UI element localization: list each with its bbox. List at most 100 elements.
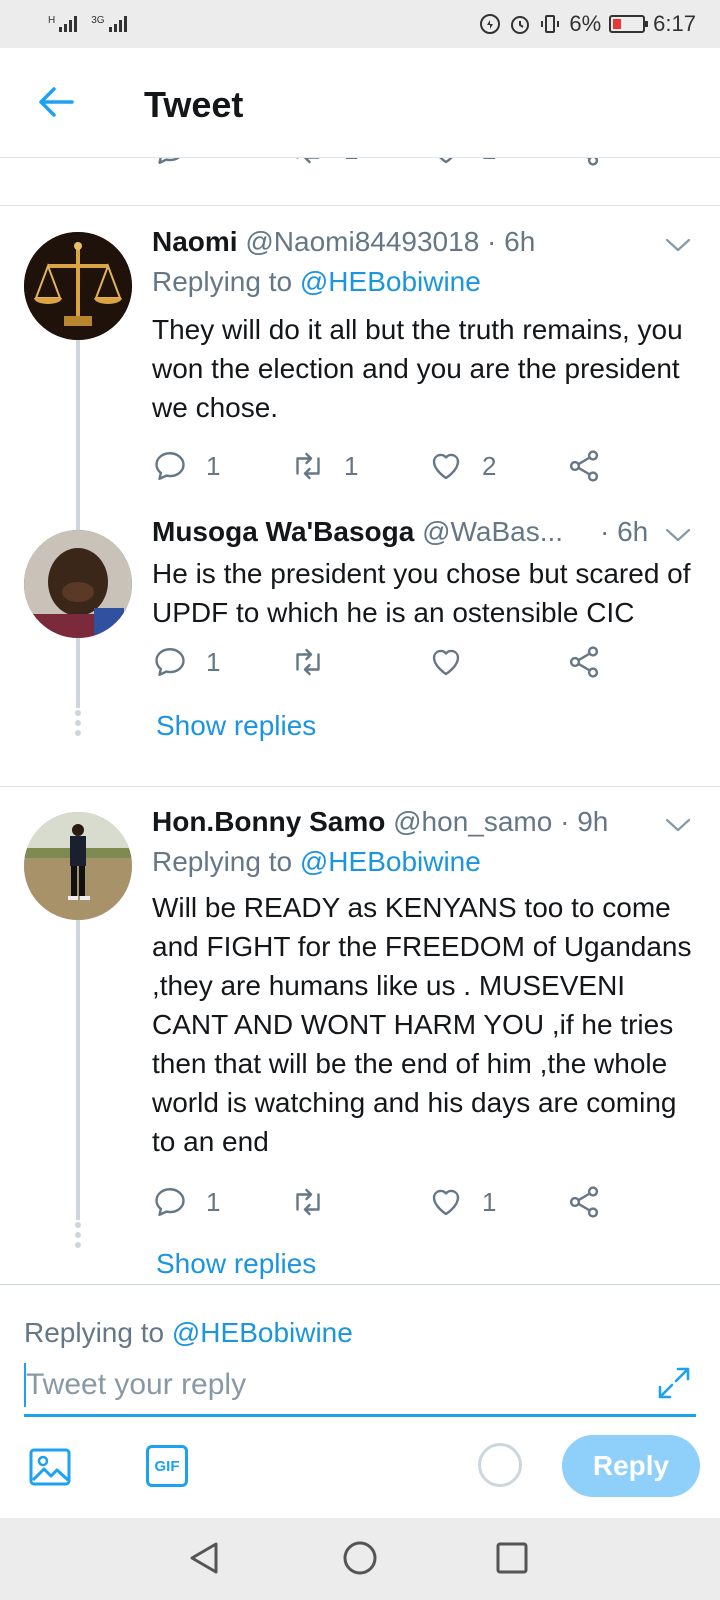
child-photo-image [24,530,132,638]
recents-square-icon[interactable] [492,1538,532,1578]
show-replies-link[interactable]: Show replies [156,710,316,742]
retweet-icon [290,158,326,168]
tweet-actions: 1 1 [152,1184,622,1224]
like-action[interactable]: 2 [428,158,496,168]
retweet-action[interactable] [290,644,344,680]
avatar[interactable] [24,812,132,920]
display-name[interactable]: Naomi [152,226,238,257]
avatar[interactable] [24,232,132,340]
thread-dots [74,710,82,740]
replying-to: Replying to @HEBobiwine [152,846,481,878]
like-action[interactable]: 2 [428,448,496,484]
reply-input[interactable] [24,1363,624,1407]
thread-line [76,638,80,708]
reply-count: 1 [206,1186,221,1217]
display-name[interactable]: Musoga Wa'Basoga [152,516,414,547]
vibrate-icon [541,15,560,33]
replying-prefix: Replying to [152,266,300,297]
avatar[interactable] [24,530,132,638]
tweet-actions: 1 1 2 [152,448,622,488]
gif-button[interactable]: GIF [146,1445,188,1487]
reply-icon [152,158,188,168]
home-circle-icon[interactable] [340,1538,380,1578]
share-icon [566,158,602,168]
chevron-down-icon[interactable] [664,236,692,254]
retweet-count: 1 [344,450,359,481]
signal-2-label: 3G [91,15,105,26]
share-icon [566,448,602,484]
reply-count: 1 [206,646,221,677]
like-count: 2 [482,450,497,481]
share-action[interactable] [566,158,602,168]
data-saver-icon [480,14,501,34]
chevron-down-icon[interactable] [664,816,692,834]
mention-link[interactable]: @HEBobiwine [172,1317,353,1348]
reply-action[interactable]: 1 [152,644,220,680]
thread-dots [74,1222,82,1252]
signal-1: H [48,15,78,32]
heart-icon [428,644,464,680]
reply-button[interactable]: Reply [562,1435,700,1497]
display-name[interactable]: Hon.Bonny Samo [152,806,385,837]
replying-to: Replying to @HEBobiwine [152,266,481,298]
composer-toolbar: GIF Reply [0,1435,720,1505]
system-nav-bar [0,1518,720,1600]
reply-input-wrapper [24,1353,696,1417]
signal-1-label: H [48,15,56,26]
retweet-icon [290,644,326,680]
like-action[interactable] [428,644,482,680]
tweet-text: Will be READY as KENYANS too to come and… [152,892,692,1157]
retweet-action[interactable] [290,1184,344,1220]
status-bar: H 3G 6% 6:17 [0,0,720,48]
battery-percent: 6% [569,11,602,36]
reply-action[interactable] [152,158,188,168]
retweet-icon [290,448,326,484]
share-action[interactable] [566,1184,602,1220]
signal-indicators: H 3G [48,16,127,32]
tweet-header: Musoga Wa'Basoga @WaBas... [152,516,563,548]
like-action[interactable]: 1 [428,1184,496,1220]
reply-icon [152,448,188,484]
share-icon [566,1184,602,1220]
reply-icon [152,1184,188,1220]
image-icon[interactable] [28,1445,72,1489]
show-replies-link[interactable]: Show replies [156,1248,316,1280]
mention-link[interactable]: @HEBobiwine [300,266,481,297]
retweet-icon [290,1184,326,1220]
mention-link[interactable]: @HEBobiwine [300,846,481,877]
status-right: 6% 6:17 [479,11,696,37]
handle-and-time: @Naomi84493018 · 6h [237,226,536,257]
share-action[interactable] [566,644,602,680]
heart-icon [428,448,464,484]
tweet-header: Naomi @Naomi84493018 · 6h [152,226,535,258]
share-icon [566,644,602,680]
tweet-time: · 6h [600,516,649,547]
tweet-actions: 1 [152,644,622,684]
back-arrow-icon[interactable] [36,84,76,120]
reply-action[interactable]: 1 [152,448,220,484]
expand-icon[interactable] [654,1363,694,1403]
reply-icon [152,644,188,680]
thread-line [76,920,80,1220]
composer-replying-to: Replying to @HEBobiwine [24,1317,353,1349]
retweet-action[interactable]: 1 [290,158,358,168]
replying-prefix: Replying to [24,1317,172,1348]
chevron-down-icon[interactable] [664,526,692,544]
replying-prefix: Replying to [152,846,300,877]
retweet-action[interactable]: 1 [290,448,358,484]
back-triangle-icon[interactable] [184,1538,224,1578]
handle-and-time: @hon_samo · 9h [385,806,609,837]
scales-of-justice-image [24,232,132,340]
reply-action[interactable]: 1 [152,1184,220,1220]
reply-composer: Replying to @HEBobiwine GIF Reply [0,1284,720,1518]
like-count: 2 [482,158,496,166]
character-count-ring [478,1443,522,1487]
handle: @WaBas... [414,516,564,547]
signal-2: 3G [91,15,127,32]
man-in-field-image [24,812,132,920]
share-action[interactable] [566,448,602,484]
heart-icon [428,158,464,168]
retweet-count: 1 [344,158,358,166]
battery-icon [609,15,649,33]
tweet-text: They will do it all but the truth remain… [152,314,683,423]
